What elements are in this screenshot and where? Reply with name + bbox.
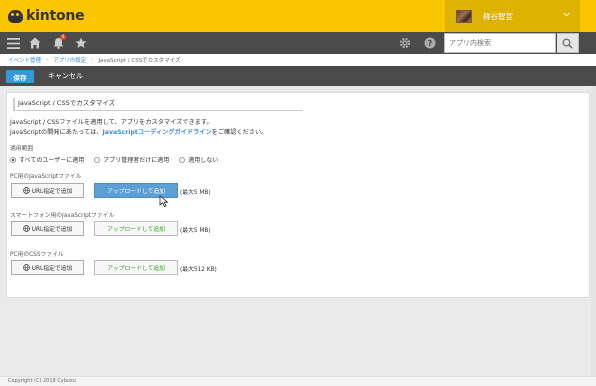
save-button[interactable]: 保存: [6, 70, 34, 83]
home-icon[interactable]: [24, 32, 46, 54]
radio-button[interactable]: [179, 156, 186, 163]
mouse-cursor-icon: [159, 195, 169, 207]
mobile-js-upload-button[interactable]: アップロードして追加: [94, 221, 178, 236]
globe-icon: [22, 225, 30, 232]
pc-css-label: PC用のCSSファイル: [10, 252, 64, 258]
breadcrumb-item-current: JavaScript / CSSでカスタマイズ: [98, 58, 181, 64]
cancel-button[interactable]: キャンセル: [48, 70, 83, 83]
breadcrumb-separator: ›: [46, 57, 49, 63]
top-header: kintone 柳谷智宣: [0, 0, 596, 32]
description-prefix: JavaScriptの開発にあたっては、: [10, 129, 103, 136]
mobile-js-url-add-button[interactable]: URL指定で追加: [11, 221, 84, 236]
globe-icon: [22, 264, 30, 271]
customize-panel: JavaScript / CSSでカスタマイズ JavaScript / CSS…: [6, 92, 590, 298]
svg-text:?: ?: [428, 39, 433, 48]
pc-css-url-add-button[interactable]: URL指定で追加: [11, 260, 84, 275]
description-suffix: をご確認ください。: [211, 129, 268, 136]
avatar: [456, 9, 472, 23]
section-title: JavaScript / CSSでカスタマイズ: [13, 98, 303, 111]
kintone-logo[interactable]: kintone: [8, 8, 85, 24]
scope-label: 適用範囲: [10, 146, 34, 152]
gear-icon[interactable]: [394, 32, 416, 54]
pc-js-label: PC用のJavaScriptファイル: [10, 174, 82, 180]
scrollbar[interactable]: [591, 86, 596, 376]
radio-button[interactable]: [94, 156, 101, 163]
pc-css-max-size: (最大512 KB): [180, 267, 217, 273]
footer-copyright: Copyright (C) 2018 Cybozu: [0, 376, 596, 386]
scope-radio-none[interactable]: 適用しない: [179, 155, 218, 164]
url-add-label: URL指定で追加: [31, 189, 73, 195]
pc-js-max-size: (最大5 MB): [180, 190, 211, 196]
radio-label: アプリ管理者だけに適用: [103, 157, 170, 164]
user-menu[interactable]: 柳谷智宣: [445, 0, 580, 32]
url-add-label: URL指定で追加: [31, 266, 73, 272]
notification-badge: 4: [60, 34, 66, 40]
radio-button[interactable]: [10, 156, 16, 163]
search-icon: [562, 38, 573, 49]
radio-label: 適用しない: [188, 157, 219, 164]
menu-icon[interactable]: [2, 32, 24, 54]
search-input[interactable]: [445, 34, 555, 52]
url-add-label: URL指定で追加: [31, 227, 73, 233]
scope-radio-all-users[interactable]: すべてのユーザーに適用: [10, 155, 84, 164]
user-name: 柳谷智宣: [483, 11, 513, 21]
scope-radio-admins-only[interactable]: アプリ管理者だけに適用: [94, 155, 169, 164]
breadcrumb-separator: ›: [91, 57, 94, 63]
chevron-down-icon: [563, 12, 570, 17]
pc-js-url-add-button[interactable]: URL指定で追加: [11, 183, 84, 198]
breadcrumb-item-settings[interactable]: アプリの設定: [53, 56, 86, 64]
mobile-js-max-size: (最大5 MB): [180, 228, 211, 234]
search-button[interactable]: [557, 33, 579, 53]
breadcrumb: イベント管理 › アプリの設定 › JavaScript / CSSでカスタマイ…: [0, 54, 596, 66]
radio-label: すべてのユーザーに適用: [19, 157, 85, 164]
scope-radio-group: すべてのユーザーに適用 アプリ管理者だけに適用 適用しない: [10, 155, 228, 164]
description-line-2: JavaScriptの開発にあたっては、JavaScriptコーディングガイドラ…: [10, 127, 267, 136]
action-bar: [0, 66, 596, 86]
mobile-js-label: スマートフォン用のJavaScriptファイル: [10, 213, 115, 219]
logo-text: kintone: [26, 8, 85, 24]
pc-css-upload-button[interactable]: アップロードして追加: [94, 260, 178, 275]
star-icon[interactable]: [70, 32, 92, 54]
coding-guideline-link[interactable]: JavaScriptコーディングガイドライン: [102, 129, 211, 136]
globe-icon: [22, 187, 30, 194]
logo-icon: [8, 9, 23, 23]
breadcrumb-item-app[interactable]: イベント管理: [8, 56, 41, 64]
description-line-1: JavaScript / CSSファイルを適用して、アプリをカスタマイズできます…: [10, 119, 213, 126]
help-icon[interactable]: ?: [419, 32, 441, 54]
search-box: [444, 33, 556, 53]
